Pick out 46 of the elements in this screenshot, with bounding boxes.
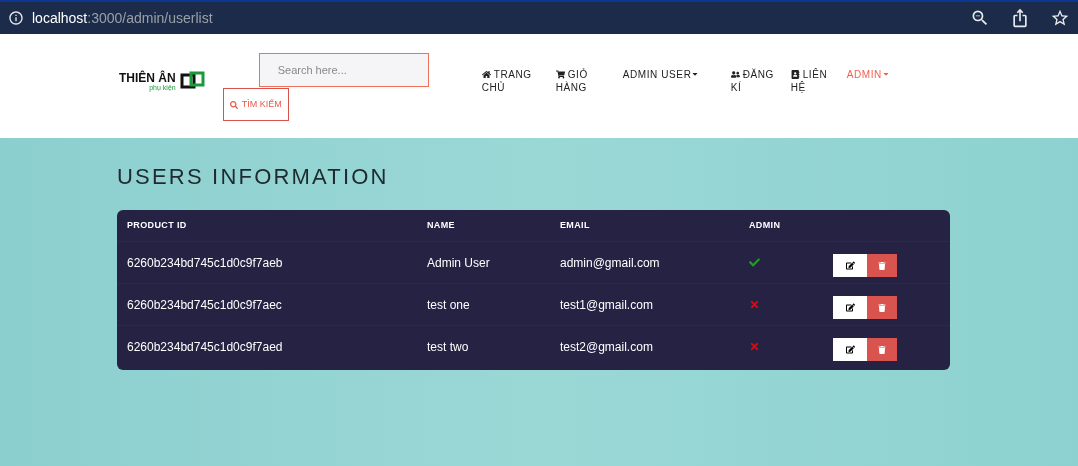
nav-link[interactable]: GIỎ HÀNG: [555, 68, 607, 94]
table-cell-text: test1@gmail.com: [559, 296, 654, 314]
contact-icon: [790, 70, 800, 79]
home-icon: [481, 70, 491, 79]
table-cell-text: test one: [426, 296, 471, 314]
table-cell-text: 6260b234bd745c1d0c9f7aed: [126, 338, 284, 356]
cart-icon: [555, 70, 565, 79]
trash-icon: [878, 345, 886, 354]
caret-icon: [881, 70, 890, 78]
edit-icon: [845, 303, 855, 312]
trash-icon: [878, 261, 886, 270]
table-cell-text: Admin User: [426, 254, 491, 272]
edit-icon: [845, 345, 855, 354]
page-title: USERS INFORMATION: [117, 163, 390, 191]
nav-link[interactable]: TRANG CHỦ: [481, 68, 538, 94]
info-icon[interactable]: [8, 10, 24, 26]
zoom-icon[interactable]: [970, 8, 990, 28]
caret-icon: [691, 70, 700, 78]
edit-icon: [845, 261, 855, 270]
delete-button[interactable]: [867, 296, 897, 319]
delete-button[interactable]: [867, 254, 897, 277]
nav-link[interactable]: LIÊN HỆ: [790, 68, 839, 94]
users-icon: [730, 70, 740, 79]
share-icon[interactable]: [1010, 8, 1030, 28]
column-header: ADMIN: [748, 218, 782, 232]
edit-button[interactable]: [833, 254, 867, 277]
star-icon[interactable]: [1050, 8, 1070, 28]
table-cell-text: 6260b234bd745c1d0c9f7aeb: [126, 254, 284, 272]
nav-dropdown[interactable]: ADMIN USER: [622, 68, 731, 81]
table-cell-text: test2@gmail.com: [559, 338, 654, 356]
logo-name: THIÊN ÂN: [119, 71, 176, 84]
column-header: EMAIL: [559, 218, 591, 232]
logo-icon: [179, 71, 206, 91]
search-field[interactable]: Search here...: [258, 53, 429, 87]
nav-link[interactable]: ĐĂNG KÍ: [730, 68, 785, 94]
column-header: PRODUCT ID: [126, 218, 188, 232]
search-icon: [229, 100, 238, 109]
edit-button[interactable]: [833, 338, 867, 361]
table-cell-text: admin@gmail.com: [559, 254, 661, 272]
delete-button[interactable]: [867, 338, 897, 361]
edit-button[interactable]: [833, 296, 867, 319]
search-button[interactable]: TÌM KIẾM: [222, 88, 289, 121]
table-cell-text: test two: [426, 338, 470, 356]
table-cell-text: 6260b234bd745c1d0c9f7aec: [126, 296, 283, 314]
trash-icon: [878, 303, 886, 312]
column-header: NAME: [426, 218, 456, 232]
